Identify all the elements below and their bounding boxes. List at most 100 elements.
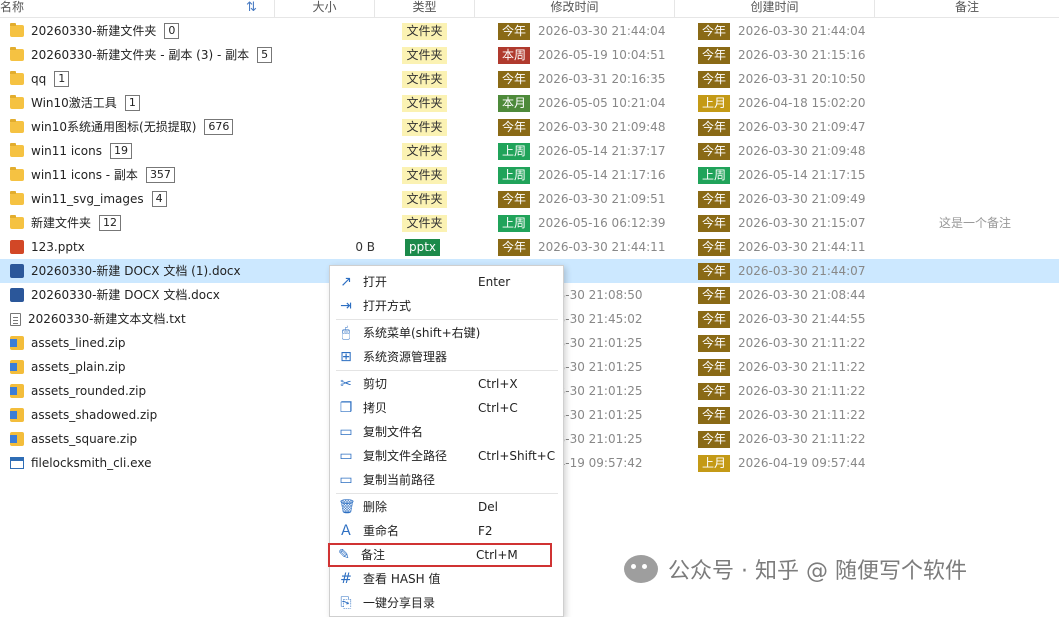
file-name-cell[interactable]: 20260330-新建 DOCX 文档 (1).docx [10, 259, 241, 283]
sort-arrow-icon[interactable]: ⇅ [246, 0, 257, 15]
menu-item-shortcut: F2 [478, 524, 493, 538]
menu-item-copy-name[interactable]: ▭ 复制文件名 [330, 420, 563, 444]
menu-item-label: 复制文件名 [363, 425, 424, 439]
file-name: 20260330-新建文本文档.txt [28, 312, 186, 326]
menu-item-open-with[interactable]: ⇥ 打开方式 [330, 294, 563, 318]
table-row[interactable]: 20260330-新建文件夹 0 文件夹 今年 2026-03-30 21:44:04 今… [0, 19, 1059, 43]
file-type-badge: 文件夹 [402, 167, 447, 184]
menu-item-label: 剪切 [363, 377, 388, 391]
file-name: assets_shadowed.zip [31, 408, 158, 422]
file-name: qq [31, 72, 47, 86]
menu-item-edit-note[interactable]: ✎ 备注 Ctrl+M [328, 543, 552, 567]
menu-item-shortcut: Ctrl+X [478, 377, 518, 391]
file-type-badge: 文件夹 [402, 119, 447, 136]
created-period-badge: 今年 [698, 311, 730, 328]
file-name-cell[interactable]: win10系统通用图标(无损提取) 676 [10, 115, 234, 139]
file-name: win11_svg_images [31, 192, 144, 206]
created-time: 2026-03-30 21:44:11 [738, 240, 866, 254]
item-count-badge: 5 [257, 47, 273, 63]
item-count-badge: 1 [124, 95, 140, 111]
menu-separator [336, 319, 558, 320]
created-period-badge: 今年 [698, 407, 730, 424]
menu-item-scissors[interactable]: ✂ 剪切 Ctrl+X [330, 372, 563, 396]
modified-time: 2026-03-31 20:16:35 [538, 72, 666, 86]
column-note-header[interactable]: 备注 [875, 0, 1059, 17]
file-name-cell[interactable]: 新建文件夹 12 [10, 211, 122, 235]
share-directory-icon: ⎘ [340, 595, 352, 611]
open-external-icon: ↗ [340, 274, 352, 290]
file-name: 20260330-新建 DOCX 文档 (1).docx [31, 264, 241, 278]
file-name: win11 icons - 副本 [31, 168, 138, 182]
file-name-cell[interactable]: 123.pptx [10, 235, 85, 259]
file-name-cell[interactable]: assets_lined.zip [10, 331, 126, 355]
column-type-header[interactable]: 类型 [375, 0, 475, 17]
created-time: 2026-05-14 21:17:15 [738, 168, 866, 182]
column-size-header[interactable]: 大小 [275, 0, 375, 17]
file-name-cell[interactable]: assets_square.zip [10, 427, 137, 451]
file-name-cell[interactable]: win11 icons 19 [10, 139, 132, 163]
modified-period-badge: 今年 [498, 239, 530, 256]
file-name-cell[interactable]: 20260330-新建文件夹 0 [10, 19, 180, 43]
created-period-badge: 今年 [698, 119, 730, 136]
created-time: 2026-03-30 21:11:22 [738, 336, 866, 350]
created-period-badge: 今年 [698, 335, 730, 352]
folder-icon [10, 143, 24, 157]
menu-item-mouse[interactable]: 🖱 系统菜单(shift+右键) [330, 321, 563, 345]
modified-period-badge: 上周 [498, 143, 530, 160]
table-row[interactable]: win10系统通用图标(无损提取) 676 文件夹 今年 2026-03-30 21:0… [0, 115, 1059, 139]
menu-item-rename[interactable]: Ａ 重命名 F2 [330, 519, 563, 543]
menu-item-explorer-grid[interactable]: ⊞ 系统资源管理器 [330, 345, 563, 369]
menu-item-hash[interactable]: # 查看 HASH 值 [330, 567, 563, 591]
menu-item-trash[interactable]: 🗑 删除 Del [330, 495, 563, 519]
edit-note-icon: ✎ [338, 547, 350, 563]
file-name-cell[interactable]: filelocksmith_cli.exe [10, 451, 151, 475]
file-type-badge: 文件夹 [402, 191, 447, 208]
column-name-header[interactable]: 名称 [0, 0, 275, 17]
table-row[interactable]: Win10激活工具 1 文件夹 本月 2026-05-05 10:21:04 上月 2026… [0, 91, 1059, 115]
file-name-cell[interactable]: assets_plain.zip [10, 355, 126, 379]
file-name-cell[interactable]: assets_shadowed.zip [10, 403, 157, 427]
table-row[interactable]: win11 icons 19 文件夹 上周 2026-05-14 21:37:17 今年 2… [0, 139, 1059, 163]
item-count-badge: 4 [151, 191, 167, 207]
file-name-cell[interactable]: 20260330-新建 DOCX 文档.docx [10, 283, 220, 307]
created-period-badge: 上月 [698, 95, 730, 112]
file-type-badge: 文件夹 [402, 23, 447, 40]
table-row[interactable]: win11 icons - 副本 357 文件夹 上周 2026-05-14 21:17… [0, 163, 1059, 187]
created-time: 2026-03-30 21:44:04 [738, 24, 866, 38]
file-type-badge: 文件夹 [402, 143, 447, 160]
menu-item-label: 重命名 [363, 524, 400, 538]
column-header: 名称 ⇅ 大小 类型 修改时间 创建时间 备注 [0, 0, 1059, 18]
table-row[interactable]: 20260330-新建文件夹 - 副本 (3) - 副本 5 文件夹 本周 2026-0… [0, 43, 1059, 67]
column-modified-header[interactable]: 修改时间 [475, 0, 675, 17]
table-row[interactable]: qq 1 文件夹 今年 2026-03-31 20:16:35 今年 2026-03-31 … [0, 67, 1059, 91]
menu-item-label: 备注 [361, 548, 386, 562]
menu-item-share-directory[interactable]: ⎘ 一键分享目录 [330, 591, 563, 615]
file-name-cell[interactable]: assets_rounded.zip [10, 379, 146, 403]
table-row[interactable]: 新建文件夹 12 文件夹 上周 2026-05-16 06:12:39 今年 2026-03… [0, 211, 1059, 235]
file-name-cell[interactable]: win11 icons - 副本 357 [10, 163, 175, 187]
folder-icon [10, 119, 24, 133]
menu-item-open-external[interactable]: ↗ 打开 Enter [330, 270, 563, 294]
file-name-cell[interactable]: 20260330-新建文件夹 - 副本 (3) - 副本 5 [10, 43, 273, 67]
created-time: 2026-03-30 21:44:07 [738, 264, 866, 278]
menu-item-copy-path[interactable]: ▭ 复制文件全路径 Ctrl+Shift+C [330, 444, 563, 468]
menu-item-copy-current-path[interactable]: ▭ 复制当前路径 [330, 468, 563, 492]
table-row[interactable]: win11_svg_images 4 文件夹 今年 2026-03-30 21:09:5… [0, 187, 1059, 211]
folder-icon [10, 191, 24, 205]
column-created-header[interactable]: 创建时间 [675, 0, 875, 17]
modified-time: 2026-03-30 21:44:11 [538, 240, 666, 254]
modified-period-badge: 今年 [498, 191, 530, 208]
file-name-cell[interactable]: Win10激活工具 1 [10, 91, 140, 115]
menu-item-label: 拷贝 [363, 401, 388, 415]
created-time: 2026-04-18 15:02:20 [738, 96, 866, 110]
docx-icon [10, 264, 24, 278]
created-period-badge: 今年 [698, 263, 730, 280]
hash-icon: # [340, 571, 352, 587]
file-name-cell[interactable]: qq 1 [10, 67, 70, 91]
modified-time: 2026-05-14 21:37:17 [538, 144, 666, 158]
file-name-cell[interactable]: 20260330-新建文本文档.txt [10, 307, 186, 331]
file-name-cell[interactable]: win11_svg_images 4 [10, 187, 167, 211]
menu-item-copy[interactable]: ❐ 拷贝 Ctrl+C [330, 396, 563, 420]
wechat-icon [624, 555, 658, 583]
table-row[interactable]: 123.pptx 0 B pptx 今年 2026-03-30 21:44:11 今年 20… [0, 235, 1059, 259]
